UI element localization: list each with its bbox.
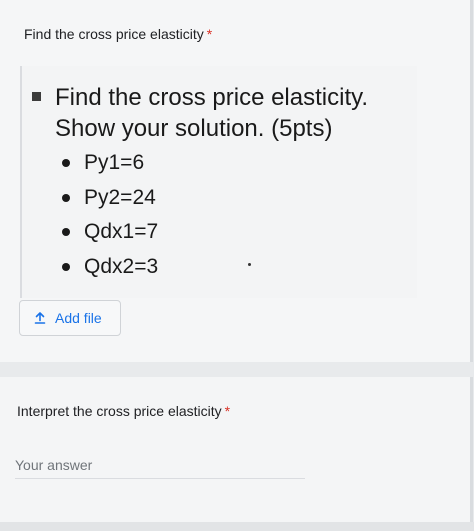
list-item: Qdx1=7	[62, 219, 158, 254]
bullet-dot-icon	[62, 193, 70, 202]
question-title-text: Interpret the cross price elasticity	[17, 403, 222, 419]
question-image: Find the cross price elasticity. Show yo…	[20, 66, 417, 298]
question-image-heading-line1: Find the cross price elasticity.	[55, 84, 368, 111]
list-item-text: Qdx2=3	[84, 254, 159, 278]
required-asterisk: *	[206, 26, 213, 42]
question-image-heading: Find the cross price elasticity. Show yo…	[55, 82, 368, 144]
list-item-text: Py2=24	[84, 185, 156, 209]
list-item: Py1=6	[62, 150, 158, 185]
question-card-cross-price-elasticity: Find the cross price elasticity * Find th…	[0, 0, 473, 362]
question-title: Interpret the cross price elasticity *	[17, 403, 230, 419]
add-file-label: Add file	[55, 310, 102, 326]
question-title: Find the cross price elasticity *	[24, 26, 212, 42]
given-values-list: Py1=6 Py2=24 Qdx1=7 Qdx2=3	[62, 150, 158, 288]
answer-input[interactable]	[15, 452, 305, 479]
bullet-dot-icon	[62, 228, 70, 236]
image-speck	[248, 263, 251, 266]
list-item-text: Qdx1=7	[84, 220, 159, 243]
add-file-button[interactable]: Add file	[19, 300, 121, 336]
question-title-text: Find the cross price elasticity	[24, 26, 204, 42]
bullet-dot-icon	[62, 262, 70, 271]
list-item: Py2=24	[62, 185, 158, 220]
card-divider	[0, 522, 474, 531]
question-image-heading-line2: Show your solution. (5pts)	[55, 115, 333, 142]
upload-icon	[34, 312, 46, 324]
required-asterisk: *	[224, 403, 231, 419]
form-page: Find the cross price elasticity * Find th…	[0, 0, 474, 531]
square-bullet-icon	[32, 92, 41, 101]
list-item-text: Py1=6	[84, 151, 145, 174]
bullet-dot-icon	[62, 159, 70, 167]
list-item: Qdx2=3	[62, 254, 158, 289]
